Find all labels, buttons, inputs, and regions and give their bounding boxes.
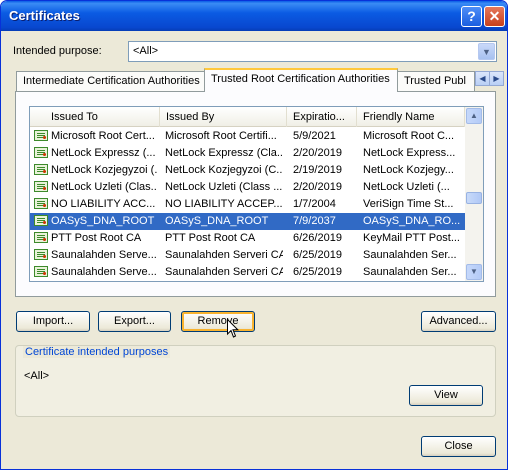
issued-to-cell: NetLock Uzleti (Clas... [51,181,157,193]
issued-to-cell: Saunalahden Serve... [51,266,157,278]
issued-to-cell: NetLock Kozjegyzoi (... [51,164,157,176]
certificate-icon [34,215,48,226]
issued-by-cell: NO LIABILITY ACCEP... [165,198,283,210]
expiration-cell: 7/9/2037 [293,215,336,227]
friendly-name-cell: KeyMail PTT Post... [363,232,460,244]
certificate-icon [34,130,48,141]
table-row-selected[interactable]: OASyS_DNA_ROOT OASyS_DNA_ROOT 7/9/2037 O… [30,213,465,230]
close-icon: ✕ [488,8,501,24]
vertical-scrollbar[interactable]: ▲ ▼ [465,107,483,281]
issued-to-cell: PTT Post Root CA [51,232,142,244]
table-row[interactable]: Saunalahden Serve... Saunalahden Serveri… [30,247,465,264]
issued-by-cell: OASyS_DNA_ROOT [165,215,269,227]
close-button[interactable]: Close [421,436,496,457]
certificate-list[interactable]: Issued To Issued By Expiratio... Friendl… [29,106,484,282]
certificate-icon [34,147,48,158]
intended-purpose-combo[interactable]: <All> ▼ [128,41,497,62]
issued-by-cell: NetLock Expressz (Cla... [165,147,283,159]
tab-intermediate-ca[interactable]: Intermediate Certification Authorities [16,71,205,91]
title-bar[interactable]: Certificates ? ✕ [1,1,507,31]
expiration-cell: 6/25/2019 [293,249,342,261]
table-row[interactable]: NO LIABILITY ACC... NO LIABILITY ACCEP..… [30,196,465,213]
certificates-dialog: Certificates ? ✕ Intended purpose: <All>… [0,0,508,470]
issued-to-cell: OASyS_DNA_ROOT [51,215,155,227]
help-icon: ? [467,8,476,24]
friendly-name-cell: OASyS_DNA_RO... [363,215,461,227]
expiration-cell: 6/26/2019 [293,232,342,244]
column-header-issued-by[interactable]: Issued By [160,107,287,127]
column-header-issued-to[interactable]: Issued To [30,107,160,127]
column-header-friendly-name[interactable]: Friendly Name [357,107,465,127]
issued-by-cell: Microsoft Root Certifi... [165,130,277,142]
table-row[interactable]: Saunalahden Serve... Saunalahden Serveri… [30,264,465,281]
tab-trusted-root-ca[interactable]: Trusted Root Certification Authorities [204,68,398,92]
friendly-name-cell: Saunalahden Ser... [363,249,457,261]
import-button[interactable]: Import... [16,311,90,332]
window-title: Certificates [9,8,80,23]
tab-label: Trusted Root Certification Authorities [211,73,390,85]
certificate-icon [34,266,48,277]
issued-to-cell: NetLock Expressz (... [51,147,156,159]
certificate-icon [34,249,48,260]
list-header: Issued To Issued By Expiratio... Friendl… [30,107,465,127]
certificate-icon [34,164,48,175]
tab-label: Intermediate Certification Authorities [23,75,200,87]
intended-purpose-value: <All> [133,45,159,57]
certificate-icon [34,198,48,209]
expiration-cell: 2/19/2019 [293,164,342,176]
tab-label: Trusted Publ [404,75,466,87]
expiration-cell: 1/7/2004 [293,198,336,210]
certificate-icon [34,232,48,243]
view-button[interactable]: View [409,385,483,406]
friendly-name-cell: NetLock Kozjegy... [363,164,454,176]
friendly-name-cell: Microsoft Root C... [363,130,455,142]
friendly-name-cell: NetLock Uzleti (... [363,181,450,193]
table-row[interactable]: NetLock Kozjegyzoi (... NetLock Kozjegyz… [30,162,465,179]
issued-by-cell: NetLock Uzleti (Class ... [165,181,283,193]
tab-scroll-left-icon[interactable]: ◀ [475,71,490,86]
expiration-cell: 2/20/2019 [293,147,342,159]
friendly-name-cell: NetLock Express... [363,147,456,159]
expiration-cell: 5/9/2021 [293,130,336,142]
mouse-cursor-icon [227,319,239,338]
scroll-up-icon[interactable]: ▲ [466,108,482,124]
export-button[interactable]: Export... [98,311,171,332]
chevron-down-icon[interactable]: ▼ [478,43,495,60]
table-row[interactable]: NetLock Expressz (... NetLock Expressz (… [30,145,465,162]
expiration-cell: 6/25/2019 [293,266,342,278]
certificate-purposes-value: <All> [24,370,50,382]
expiration-cell: 2/20/2019 [293,181,342,193]
friendly-name-cell: VeriSign Time St... [363,198,454,210]
issued-to-cell: Saunalahden Serve... [51,249,157,261]
issued-by-cell: Saunalahden Serveri CA [165,249,283,261]
issued-by-cell: NetLock Kozjegyzoi (C... [165,164,283,176]
intended-purpose-label: Intended purpose: [13,45,102,57]
table-row[interactable]: Microsoft Root Cert... Microsoft Root Ce… [30,128,465,145]
issued-to-cell: NO LIABILITY ACC... [51,198,156,210]
column-header-expiration[interactable]: Expiratio... [287,107,357,127]
close-window-button[interactable]: ✕ [484,6,505,27]
advanced-button[interactable]: Advanced... [421,311,496,332]
remove-button[interactable]: Remove [181,311,255,332]
issued-to-cell: Microsoft Root Cert... [51,130,155,142]
help-button[interactable]: ? [461,6,482,27]
certificate-purposes-title: Certificate intended purposes [23,346,171,358]
table-row[interactable]: PTT Post Root CA PTT Post Root CA 6/26/2… [30,230,465,247]
certificate-icon [34,181,48,192]
friendly-name-cell: Saunalahden Ser... [363,266,457,278]
scrollbar-thumb[interactable] [466,192,482,204]
issued-by-cell: PTT Post Root CA [165,232,256,244]
tab-panel: Issued To Issued By Expiratio... Friendl… [15,91,496,297]
tab-trusted-publishers[interactable]: Trusted Publ [397,71,475,91]
issued-by-cell: Saunalahden Serveri CA [165,266,283,278]
tab-scroll-right-icon[interactable]: ▶ [489,71,504,86]
scroll-down-icon[interactable]: ▼ [466,264,482,280]
table-row[interactable]: NetLock Uzleti (Clas... NetLock Uzleti (… [30,179,465,196]
